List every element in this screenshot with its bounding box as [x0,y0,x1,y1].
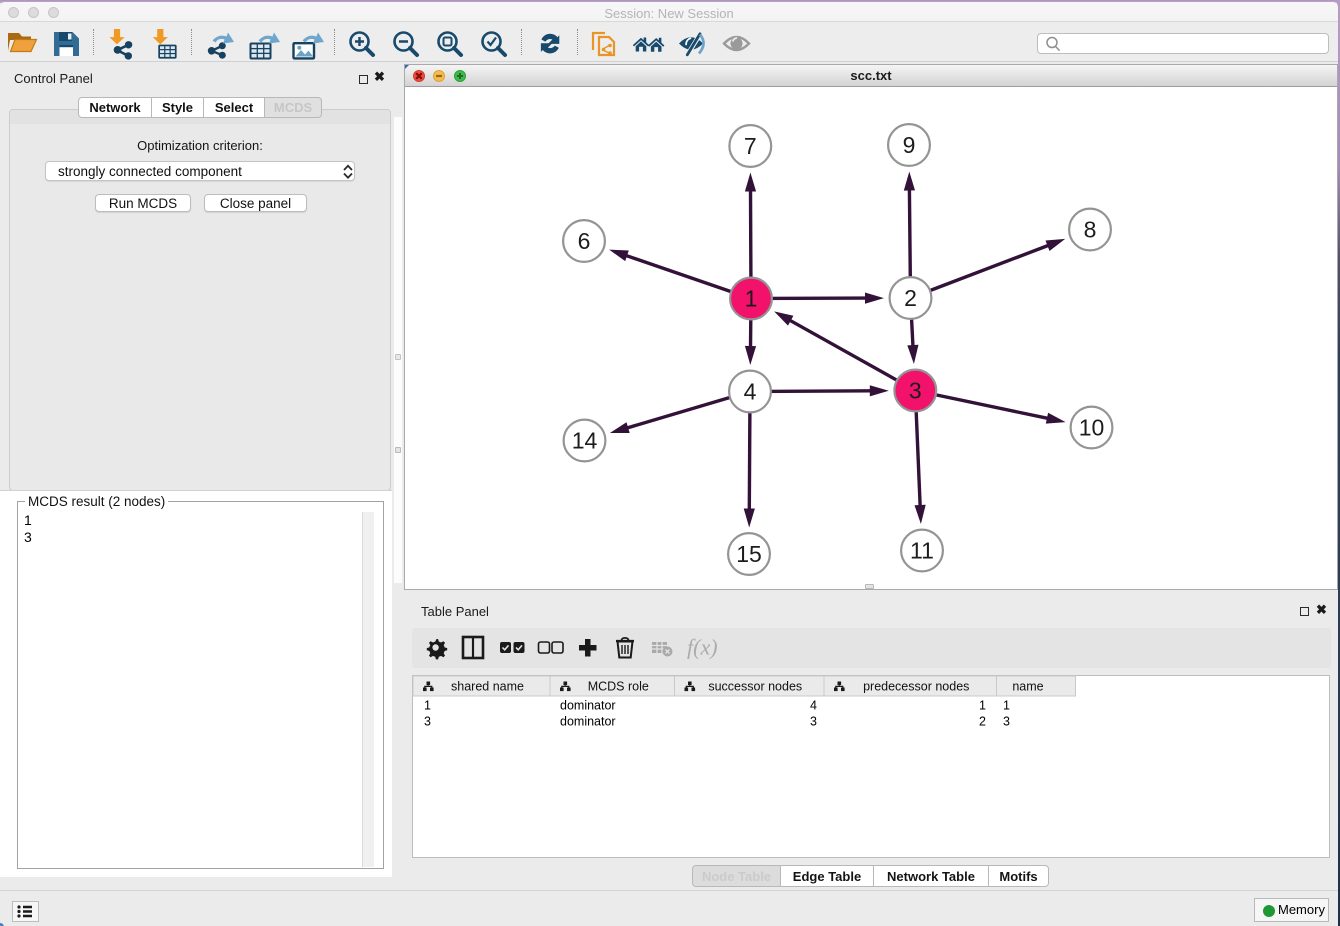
svg-text:dominator: dominator [560,715,616,729]
svg-text:1: 1 [745,286,758,312]
svg-text:successor nodes: successor nodes [708,680,802,694]
svg-text:3: 3 [424,715,431,729]
svg-text:1: 1 [1003,699,1010,713]
svg-text:10: 10 [1079,415,1105,441]
svg-text:9: 9 [903,132,916,158]
svg-text:3: 3 [909,378,922,404]
svg-text:8: 8 [1084,217,1097,243]
svg-text:4: 4 [810,699,817,713]
svg-text:15: 15 [736,541,762,567]
svg-text:6: 6 [578,228,591,254]
svg-text:name: name [1012,680,1043,694]
svg-text:7: 7 [744,133,757,159]
svg-text:3: 3 [1003,715,1010,729]
svg-text:11: 11 [910,538,934,564]
svg-text:shared name: shared name [451,680,524,694]
svg-text:2: 2 [979,715,986,729]
svg-text:dominator: dominator [560,699,616,713]
svg-text:1: 1 [424,699,431,713]
svg-text:f(x): f(x) [687,635,718,660]
svg-text:4: 4 [744,379,757,405]
svg-text:predecessor nodes: predecessor nodes [863,680,969,694]
svg-text:14: 14 [572,428,598,454]
svg-text:3: 3 [810,715,817,729]
svg-text:MCDS role: MCDS role [588,680,649,694]
svg-text:1: 1 [979,699,986,713]
svg-text:2: 2 [904,285,917,311]
